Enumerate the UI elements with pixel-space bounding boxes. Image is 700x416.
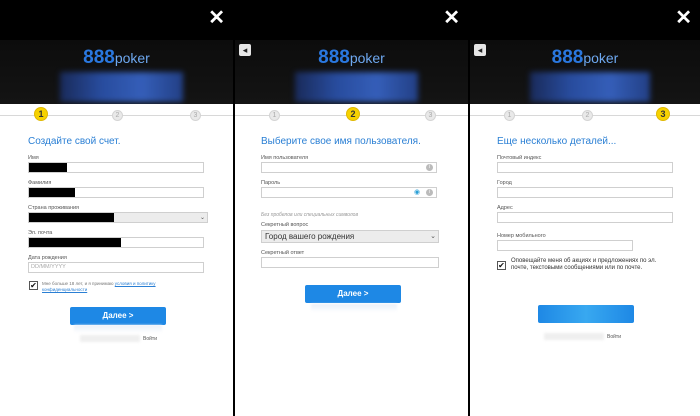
- birthdate-field[interactable]: DD/MM/YYYY: [28, 262, 204, 273]
- terms-checkbox[interactable]: ✔: [29, 281, 38, 290]
- close-icon[interactable]: ✕: [675, 8, 692, 28]
- step-2-dot: 2: [112, 110, 123, 121]
- redacted-value: [29, 213, 114, 222]
- registration-step-3-panel: ✕ ◂ 888poker 1 2 3 Еще несколько деталей…: [470, 0, 700, 416]
- blurred-banner: [295, 72, 418, 102]
- birthdate-label: Дата рождения: [28, 255, 67, 261]
- secret-question-select[interactable]: Город вашего рождения ⌄: [261, 230, 439, 243]
- 888poker-logo: 888poker: [318, 47, 385, 68]
- close-icon[interactable]: ✕: [208, 8, 225, 28]
- 888poker-logo: 888poker: [83, 47, 150, 68]
- header-banner: 888poker: [0, 40, 233, 104]
- info-icon[interactable]: i: [426, 164, 433, 171]
- chevron-down-icon: ⌄: [430, 233, 436, 240]
- chevron-down-icon: ⌄: [199, 215, 205, 221]
- step-3-dot: 3: [190, 110, 201, 121]
- secret-answer-label: Секретный ответ: [261, 250, 305, 256]
- step-3-dot: 3: [656, 107, 670, 121]
- step-2-dot: 2: [346, 107, 360, 121]
- next-button[interactable]: Далее >: [305, 285, 401, 303]
- submit-button[interactable]: [538, 305, 634, 323]
- registration-step-2-panel: ✕ ◂ 888poker 1 2 3 Выберите свое имя пол…: [235, 0, 468, 416]
- info-icon[interactable]: i: [426, 189, 433, 196]
- header-banner: ◂ 888poker: [235, 40, 468, 104]
- secret-answer-field[interactable]: [261, 257, 439, 268]
- step-indicator: 1 2 3: [235, 107, 468, 122]
- blurred-banner: [530, 72, 650, 102]
- step-2-dot: 2: [582, 110, 593, 121]
- header-banner: ◂ 888poker: [470, 40, 700, 104]
- mobile-label: Номер мобильного: [497, 233, 546, 239]
- username-field[interactable]: [261, 162, 437, 173]
- city-field[interactable]: [497, 187, 673, 198]
- password-label: Пароль: [261, 180, 281, 186]
- password-field[interactable]: [261, 187, 437, 198]
- city-label: Город: [497, 180, 512, 186]
- step-3-dot: 3: [425, 110, 436, 121]
- 888poker-logo: 888poker: [551, 47, 619, 68]
- step-indicator: 1 2 3: [470, 107, 700, 122]
- redacted-value: [29, 188, 75, 197]
- page-title: Выберите свое имя пользователя.: [261, 136, 421, 147]
- button-shadow: [74, 325, 162, 333]
- username-label: Имя пользователя: [261, 155, 309, 161]
- next-button[interactable]: Далее >: [70, 307, 166, 325]
- step-1-dot: 1: [34, 107, 48, 121]
- notify-checkbox[interactable]: ✔: [497, 261, 506, 270]
- button-shadow: [311, 304, 397, 312]
- last-name-label: Фамилия: [28, 180, 52, 186]
- blurred-banner: [60, 72, 183, 102]
- eye-icon[interactable]: ◉: [414, 188, 420, 196]
- close-icon[interactable]: ✕: [443, 8, 460, 28]
- login-link[interactable]: Войти: [143, 336, 157, 342]
- secret-question-label: Секретный вопрос: [261, 222, 309, 228]
- redacted-value: [29, 163, 67, 172]
- redacted-value: [29, 238, 121, 247]
- address-field[interactable]: [497, 212, 673, 223]
- step-1-dot: 1: [504, 110, 515, 121]
- page-title: Еще несколько деталей...: [497, 136, 617, 147]
- password-hint: Без пробелов или специальных символов: [261, 212, 359, 218]
- step-1-dot: 1: [269, 110, 280, 121]
- blurred-footer-text: [544, 333, 604, 340]
- country-label: Страна проживания: [28, 205, 80, 211]
- postcode-field[interactable]: [497, 162, 673, 173]
- address-label: Адрес: [497, 205, 513, 211]
- terms-text: Мне больше 18 лет, и я принимаю условия …: [42, 281, 156, 292]
- notify-text: Оповещайте меня об акциях и предложениях…: [511, 258, 657, 271]
- blurred-footer-text: [80, 335, 140, 342]
- step-indicator: 1 2 3: [0, 107, 233, 122]
- registration-step-1-panel: ✕ 888poker 1 2 3 Создайте свой счет. Имя…: [0, 0, 233, 416]
- page-title: Создайте свой счет.: [28, 136, 121, 147]
- mobile-field[interactable]: [497, 240, 633, 251]
- first-name-label: Имя: [28, 155, 39, 161]
- login-link[interactable]: Войти: [607, 334, 621, 340]
- postcode-label: Почтовый индекс: [497, 155, 542, 161]
- email-label: Эл. почта: [28, 230, 53, 236]
